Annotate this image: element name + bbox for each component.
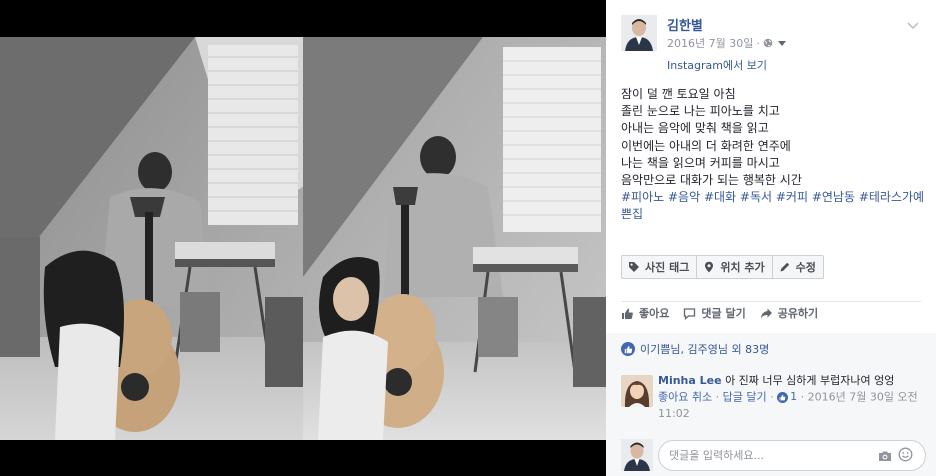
post-body-line: 음악만으로 대화가 되는 행복한 시간: [621, 173, 802, 188]
comment-label: 댓글 달기: [701, 307, 746, 320]
camera-icon[interactable]: [878, 448, 892, 462]
audience-caret-icon[interactable]: [777, 40, 786, 46]
comment-sep: ·: [770, 390, 774, 404]
author-name[interactable]: 김한별: [667, 15, 703, 34]
photo-panel-right: [303, 37, 606, 440]
comment-like-count-value: 1: [790, 390, 798, 403]
hashtag-list: #피아노 #음악 #대화 #독서 #커피 #연남동 #테라스가예쁜집: [621, 189, 926, 223]
photo-right-scene: [303, 37, 606, 440]
post-body-line: 이번에는 아내의 더 화려한 연주에: [621, 138, 791, 153]
post-meta: 2016년 7월 30일 ·: [667, 35, 786, 51]
post-body: 잠이 덜 깬 토요일 아침 졸린 눈으로 나는 피아노를 치고 아내는 음악에 …: [621, 86, 926, 224]
comment-like-count[interactable]: 1: [777, 389, 797, 405]
globe-icon: [763, 38, 773, 48]
tag-photo-label: 사진 태그: [645, 261, 690, 274]
comment-timestamp-cont: 11:02: [658, 406, 690, 420]
like-reaction-icon: [621, 342, 635, 356]
comment-sep: ·: [715, 390, 720, 404]
commenter-avatar[interactable]: [621, 375, 653, 407]
hashtag-link[interactable]: #커피: [776, 190, 812, 204]
divider: [621, 301, 921, 302]
photo-left-scene: [0, 37, 303, 440]
meta-separator: ·: [756, 36, 760, 50]
tag-photo-button[interactable]: 사진 태그: [621, 255, 698, 279]
comment-text: 아 진짜 너무 심하게 부럽자나여 엉엉: [725, 374, 895, 387]
post-body-line: 아내는 음악에 맞춰 책을 읽고: [621, 121, 769, 136]
likes-summary[interactable]: 이기쁨님, 김주영님 외 83명: [621, 341, 769, 357]
pencil-icon: [780, 262, 789, 272]
current-user-avatar[interactable]: [621, 439, 653, 471]
hashtag-link[interactable]: #피아노: [621, 190, 668, 204]
photo-panel-left: [0, 37, 303, 440]
like-button[interactable]: 좋아요: [621, 305, 669, 321]
post-body-line: 잠이 덜 깬 토요일 아침: [621, 87, 736, 101]
share-label: 공유하기: [777, 307, 819, 320]
likes-summary-text: 이기쁨님, 김주영님 외 83명: [640, 343, 770, 356]
post-photo[interactable]: [0, 37, 606, 440]
photo-viewer: [0, 0, 606, 476]
hashtag-link[interactable]: #독서: [740, 190, 776, 204]
hashtag-link[interactable]: #대화: [704, 190, 740, 204]
chevron-down-icon[interactable]: [906, 16, 920, 30]
photo-action-bar: 사진 태그 위치 추가 수정: [621, 255, 824, 279]
comment: Minha Lee 아 진짜 너무 심하게 부럽자나여 엉엉 좋아요 취소 · …: [658, 373, 928, 422]
like-reaction-icon: [777, 391, 789, 403]
instagram-link[interactable]: Instagram에서 보기: [667, 57, 767, 73]
post-actions: 좋아요 댓글 달기 공유하기: [621, 305, 818, 321]
reply-link[interactable]: 답글 달기: [723, 391, 767, 404]
comment-timestamp[interactable]: 2016년 7월 30일 오전: [808, 391, 918, 404]
emoji-icon[interactable]: [898, 447, 913, 462]
post-body-line: 나는 책을 읽으며 커피를 마시고: [621, 155, 780, 170]
comment-sep: ·: [800, 390, 805, 404]
location-pin-icon: [705, 261, 714, 273]
comment-author[interactable]: Minha Lee: [658, 374, 722, 387]
tag-icon: [629, 262, 639, 272]
thumbs-up-icon: [622, 308, 633, 319]
add-location-label: 위치 추가: [720, 261, 765, 274]
hashtag-link[interactable]: #연남동: [812, 190, 859, 204]
comments-section: 이기쁨님, 김주영님 외 83명 Minha Lee 아 진짜 너무 심하게 부…: [606, 333, 936, 476]
edit-button[interactable]: 수정: [771, 255, 824, 279]
like-label: 좋아요: [639, 307, 670, 320]
post-side-panel: 김한별 2016년 7월 30일 · Instagram에서 보기 잠이 덜 깬…: [606, 0, 936, 476]
share-arrow-icon: [760, 308, 772, 318]
comment-bubble-icon: [684, 307, 696, 320]
reply-composer: [606, 435, 936, 476]
comment-actions: 좋아요 취소 · 답글 달기 · 1 · 2016년 7월 30일 오전: [658, 389, 928, 406]
author-avatar[interactable]: [621, 15, 657, 51]
unlike-comment-link[interactable]: 좋아요 취소: [658, 391, 712, 404]
edit-label: 수정: [795, 261, 816, 274]
add-location-button[interactable]: 위치 추가: [696, 255, 773, 279]
post-body-line: 졸린 눈으로 나는 피아노를 치고: [621, 104, 780, 119]
share-button[interactable]: 공유하기: [760, 305, 818, 321]
comment-button[interactable]: 댓글 달기: [683, 305, 746, 321]
post-date[interactable]: 2016년 7월 30일: [667, 35, 753, 51]
hashtag-link[interactable]: #음악: [668, 190, 704, 204]
